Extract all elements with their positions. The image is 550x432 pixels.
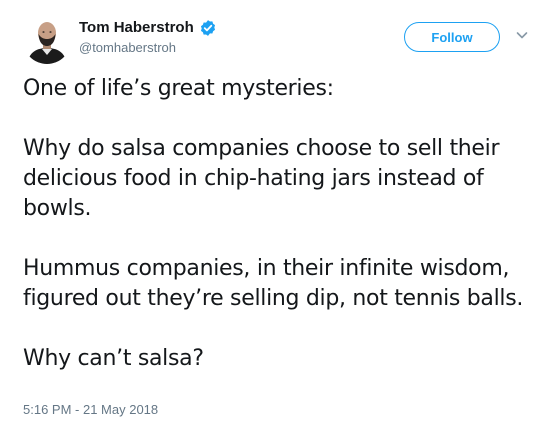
avatar[interactable] [23, 16, 71, 64]
tweet-paragraph: Hummus companies, in their infinite wisd… [23, 256, 524, 311]
chevron-down-icon[interactable] [514, 27, 530, 43]
verified-badge-icon [199, 19, 217, 37]
tweet-card: Tom Haberstroh @tomhaberstroh Follow One… [0, 0, 550, 432]
author-name-row: Tom Haberstroh [79, 19, 217, 37]
display-name[interactable]: Tom Haberstroh [79, 19, 194, 37]
tweet-text: One of life’s great mysteries: Why do sa… [23, 74, 533, 374]
tweet-paragraph: Why do salsa companies choose to sell th… [23, 136, 500, 221]
tweet-timestamp[interactable]: 5:16 PM - 21 May 2018 [23, 402, 158, 418]
user-handle[interactable]: @tomhaberstroh [79, 40, 176, 56]
tweet-paragraph: One of life’s great mysteries: [23, 76, 334, 101]
avatar-image [23, 16, 71, 64]
follow-button[interactable]: Follow [404, 22, 500, 52]
tweet-paragraph: Why can’t salsa? [23, 346, 204, 371]
